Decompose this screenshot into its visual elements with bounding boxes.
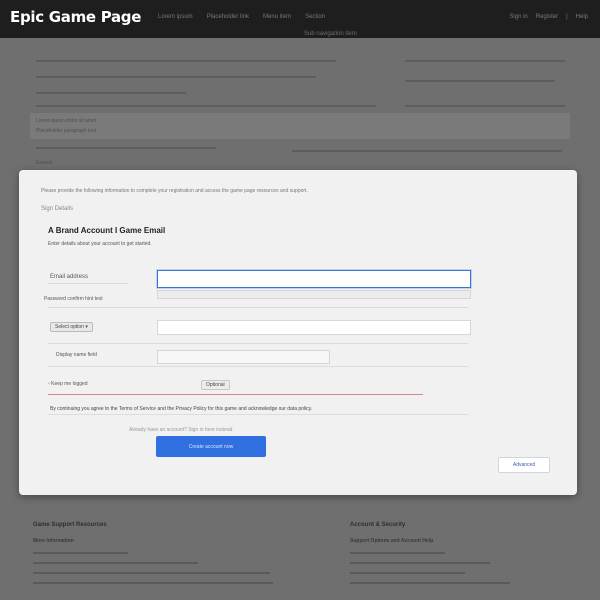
text-field[interactable] <box>157 320 471 335</box>
footer-subheading: Support Options and Account Help <box>350 538 434 544</box>
account-links: Sign in Register | Help <box>509 14 588 20</box>
footer-col-support: Game Support Resources More Information <box>33 522 283 584</box>
background-line <box>405 80 555 82</box>
keep-logged-text: Keep me logged <box>51 381 88 387</box>
footer-col-account: Account & Security Support Options and A… <box>350 522 550 584</box>
optional-chip: Optional <box>201 380 230 390</box>
background-line <box>36 92 186 94</box>
nav-item-3[interactable]: Menu item <box>263 14 291 20</box>
background-line <box>292 150 562 152</box>
checkbox-icon[interactable]: ▫ <box>48 381 50 387</box>
modal-title: A Brand Account I Game Email <box>48 226 166 235</box>
display-name-field[interactable] <box>157 350 330 364</box>
display-name-label: Display name field <box>56 352 97 358</box>
footer-link[interactable] <box>33 562 198 564</box>
keep-logged-label[interactable]: ▫ Keep me logged <box>48 381 88 387</box>
top-bar: Epic Game Page Lorem ipsum Placeholder l… <box>0 0 600 38</box>
modal-description: Enter details about your account to get … <box>48 241 152 247</box>
nav-item-1[interactable]: Lorem ipsum <box>158 14 193 20</box>
nav-item-4[interactable]: Section <box>305 14 325 20</box>
sub-nav-link[interactable]: Sub navigation item <box>304 31 357 37</box>
background-text: Lorem ipsum dolor sit amet <box>36 118 97 124</box>
divider <box>48 343 468 344</box>
divider <box>48 307 468 308</box>
site-logo[interactable]: Epic Game Page <box>10 8 141 26</box>
create-account-button[interactable]: Create account now <box>156 436 266 457</box>
footer-link[interactable] <box>33 582 273 584</box>
divider <box>48 366 468 367</box>
background-line <box>405 105 565 107</box>
email-field[interactable] <box>157 270 471 288</box>
background-band <box>30 113 570 139</box>
footer-link[interactable] <box>350 552 445 554</box>
footer-link[interactable] <box>33 572 270 574</box>
password-label: Password confirm hint text <box>44 296 103 302</box>
registration-modal: Please provide the following information… <box>19 170 577 495</box>
help-link[interactable]: Help <box>576 14 588 20</box>
modal-section-heading: Sign Details <box>41 206 74 212</box>
background-line <box>36 76 316 78</box>
sign-in-link[interactable]: Sign in <box>509 14 527 20</box>
footer-heading: Account & Security <box>350 522 406 528</box>
footer-link[interactable] <box>350 562 490 564</box>
email-helper-bar <box>157 290 471 299</box>
separator: | <box>566 14 568 20</box>
background-text: Placeholder paragraph text <box>36 128 97 134</box>
background-line <box>36 105 376 107</box>
divider <box>48 414 468 415</box>
option-select[interactable]: Select option ▾ <box>50 322 93 332</box>
site-logo-text: Epic Game Page <box>10 8 142 26</box>
sign-in-hint[interactable]: Already have an account? Sign in here in… <box>129 427 232 433</box>
terms-text: By continuing you agree to the Terms of … <box>50 406 313 412</box>
nav-item-2[interactable]: Placeholder link <box>207 14 249 20</box>
advanced-button[interactable]: Advanced <box>498 457 550 473</box>
background-line <box>36 147 216 149</box>
footer-link[interactable] <box>350 572 465 574</box>
main-nav: Lorem ipsum Placeholder link Menu item S… <box>158 14 325 20</box>
footer-link[interactable] <box>350 582 510 584</box>
chevron-down-icon: ▾ <box>85 324 88 330</box>
background-label: Eraved <box>36 160 52 166</box>
background-line <box>36 60 336 62</box>
footer-subheading: More Information <box>33 538 74 544</box>
background-line <box>405 60 565 62</box>
footer-heading: Game Support Resources <box>33 522 107 528</box>
divider <box>48 283 128 284</box>
footer-link[interactable] <box>33 552 128 554</box>
email-label: Email address <box>50 274 89 280</box>
register-link[interactable]: Register <box>536 14 558 20</box>
error-line <box>48 394 423 395</box>
modal-note: Please provide the following information… <box>41 188 308 194</box>
option-select-label: Select option <box>55 324 84 330</box>
